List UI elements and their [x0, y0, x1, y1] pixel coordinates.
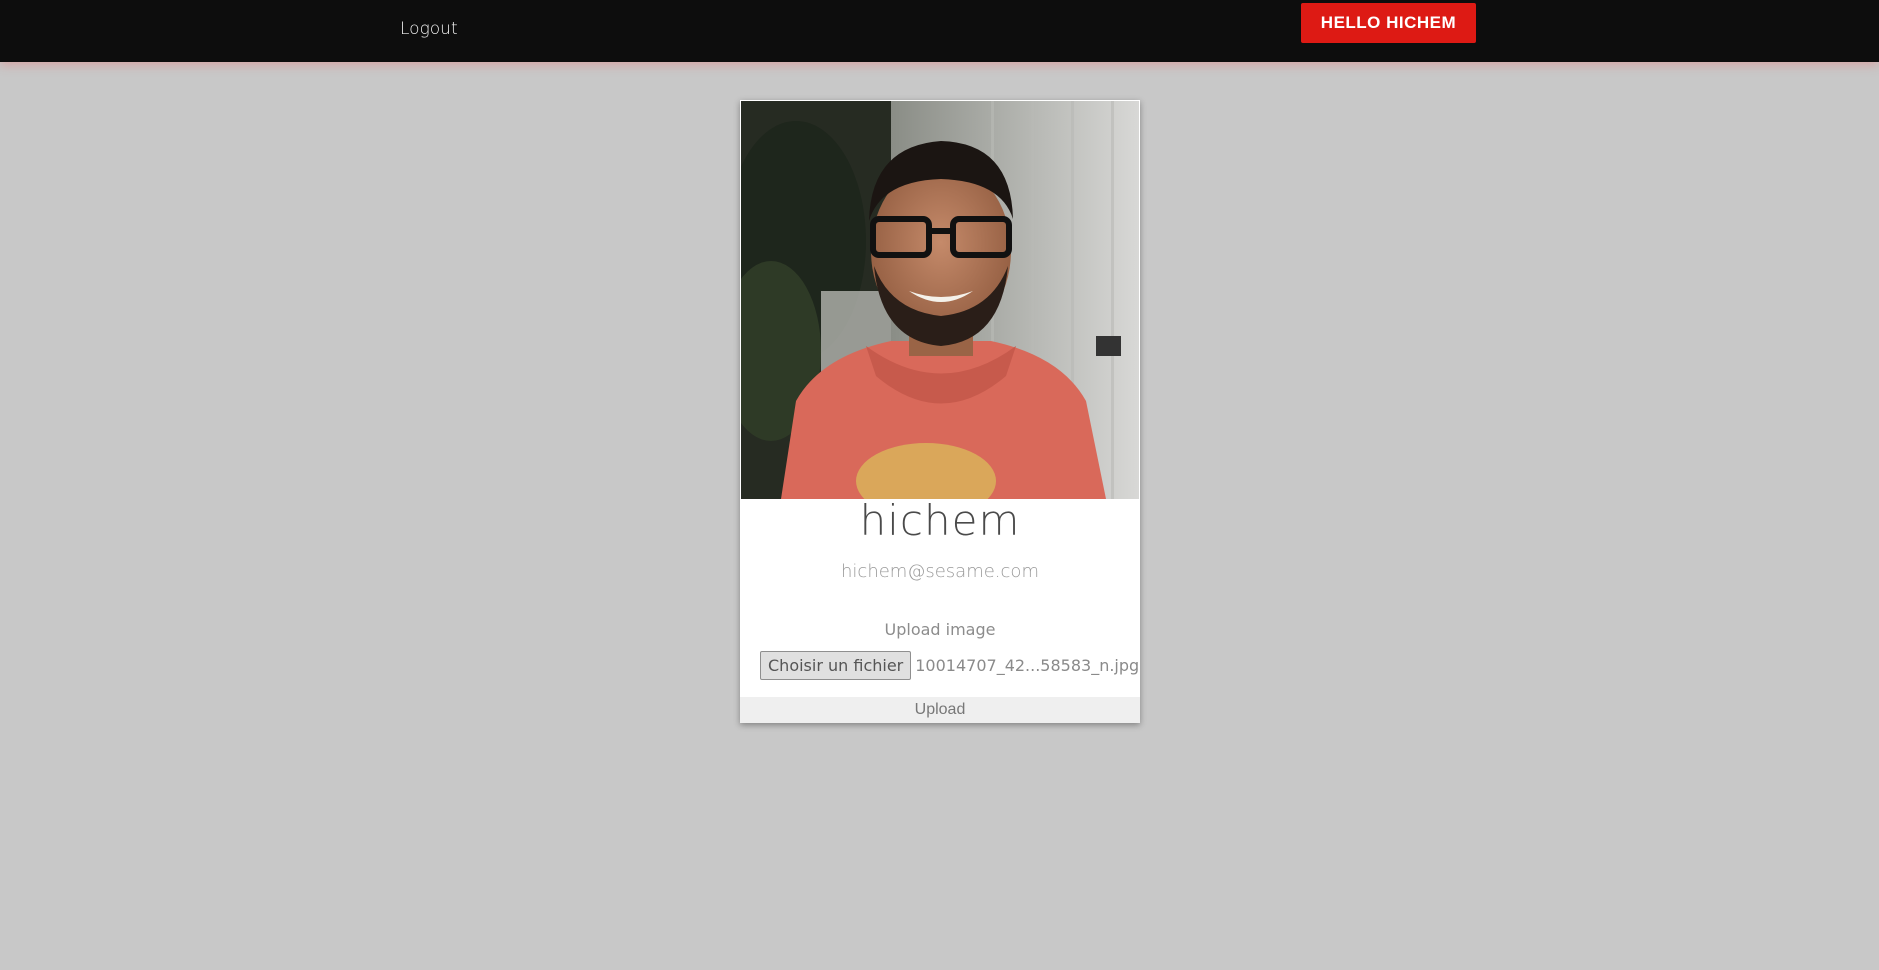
file-input[interactable]: Choisir un fichier 10014707_42...58583_n…: [760, 650, 1139, 680]
selected-file-name: 10014707_42...58583_n.jpg: [915, 655, 1140, 675]
upload-image-label: Upload image: [884, 620, 996, 639]
hello-user-button[interactable]: HELLO HICHEM: [1301, 3, 1476, 43]
upload-button[interactable]: Upload: [740, 697, 1140, 723]
profile-photo: [741, 101, 1139, 499]
profile-photo-image: [741, 101, 1139, 499]
profile-card: hichem hichem@sesame.com Upload image Ch…: [740, 100, 1140, 723]
logout-link[interactable]: Logout: [400, 19, 458, 39]
profile-name: hichem: [859, 496, 1021, 545]
profile-email: hichem@sesame.com: [841, 561, 1039, 582]
choose-file-button[interactable]: Choisir un fichier: [760, 650, 912, 680]
top-navbar: Logout HELLO HICHEM: [0, 0, 1879, 62]
